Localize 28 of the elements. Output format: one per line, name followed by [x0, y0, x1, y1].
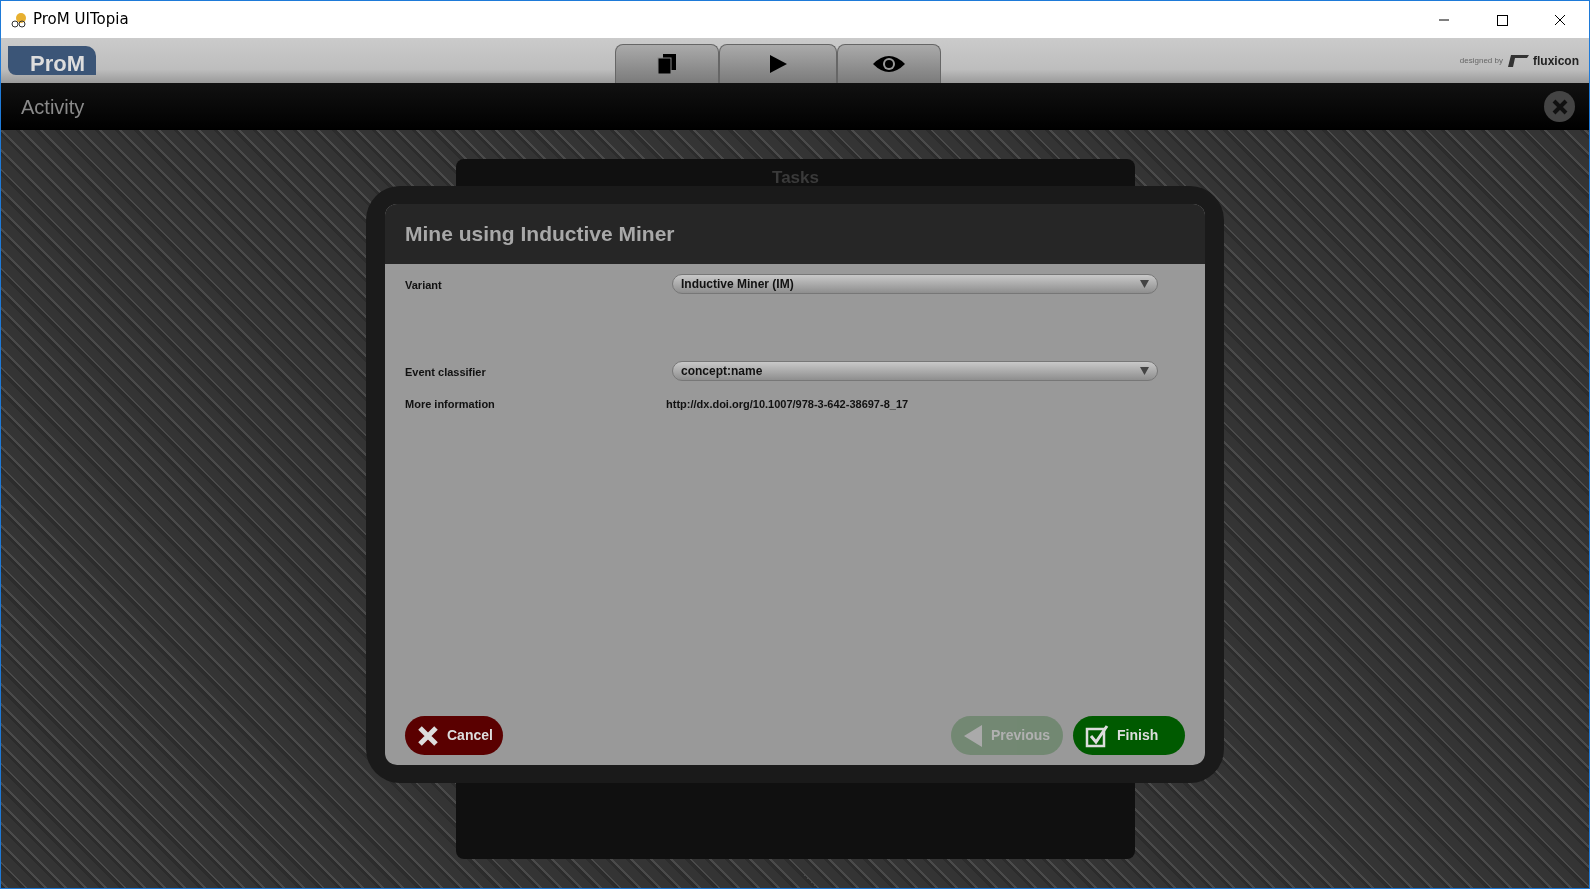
toolbar-tab[interactable]: [837, 44, 941, 83]
brand-name: fluxicon: [1533, 52, 1579, 70]
cross-icon: [417, 724, 439, 747]
field-label: Variant: [405, 278, 443, 293]
activity-title: Activity: [21, 94, 85, 120]
toolbar-tab[interactable]: [719, 44, 837, 83]
cancel-button[interactable]: Cancel: [405, 716, 503, 755]
dropdown[interactable]: concept:name: [672, 361, 1158, 381]
finish-button[interactable]: Finish: [1073, 716, 1185, 755]
dialog-title: Mine using Inductive Miner: [405, 221, 675, 248]
prom-logo: ProM: [8, 46, 96, 75]
field-label: Event classifier: [405, 365, 487, 380]
copy-icon: [656, 53, 678, 75]
window-title: ProM UITopia: [33, 9, 129, 31]
close-icon: [1551, 98, 1568, 115]
fluxicon-logo-icon: [1507, 53, 1529, 68]
close-button[interactable]: [1544, 91, 1575, 122]
designer-credit: designed by: [1459, 54, 1503, 67]
doi-link[interactable]: http://dx.doi.org/10.1007/978-3-642-38697-8_17: [666, 393, 909, 413]
play-icon: [767, 53, 789, 75]
dropdown[interactable]: Inductive Miner (IM): [672, 274, 1158, 294]
dropdown-caret-icon: [1140, 280, 1149, 288]
app-icon: [11, 11, 27, 28]
eye-icon: [872, 54, 906, 74]
left-triangle-icon: [963, 723, 983, 748]
dropdown-caret-icon: [1140, 367, 1149, 375]
checkbox-icon: [1085, 723, 1109, 748]
toolbar-tab[interactable]: [615, 44, 719, 83]
